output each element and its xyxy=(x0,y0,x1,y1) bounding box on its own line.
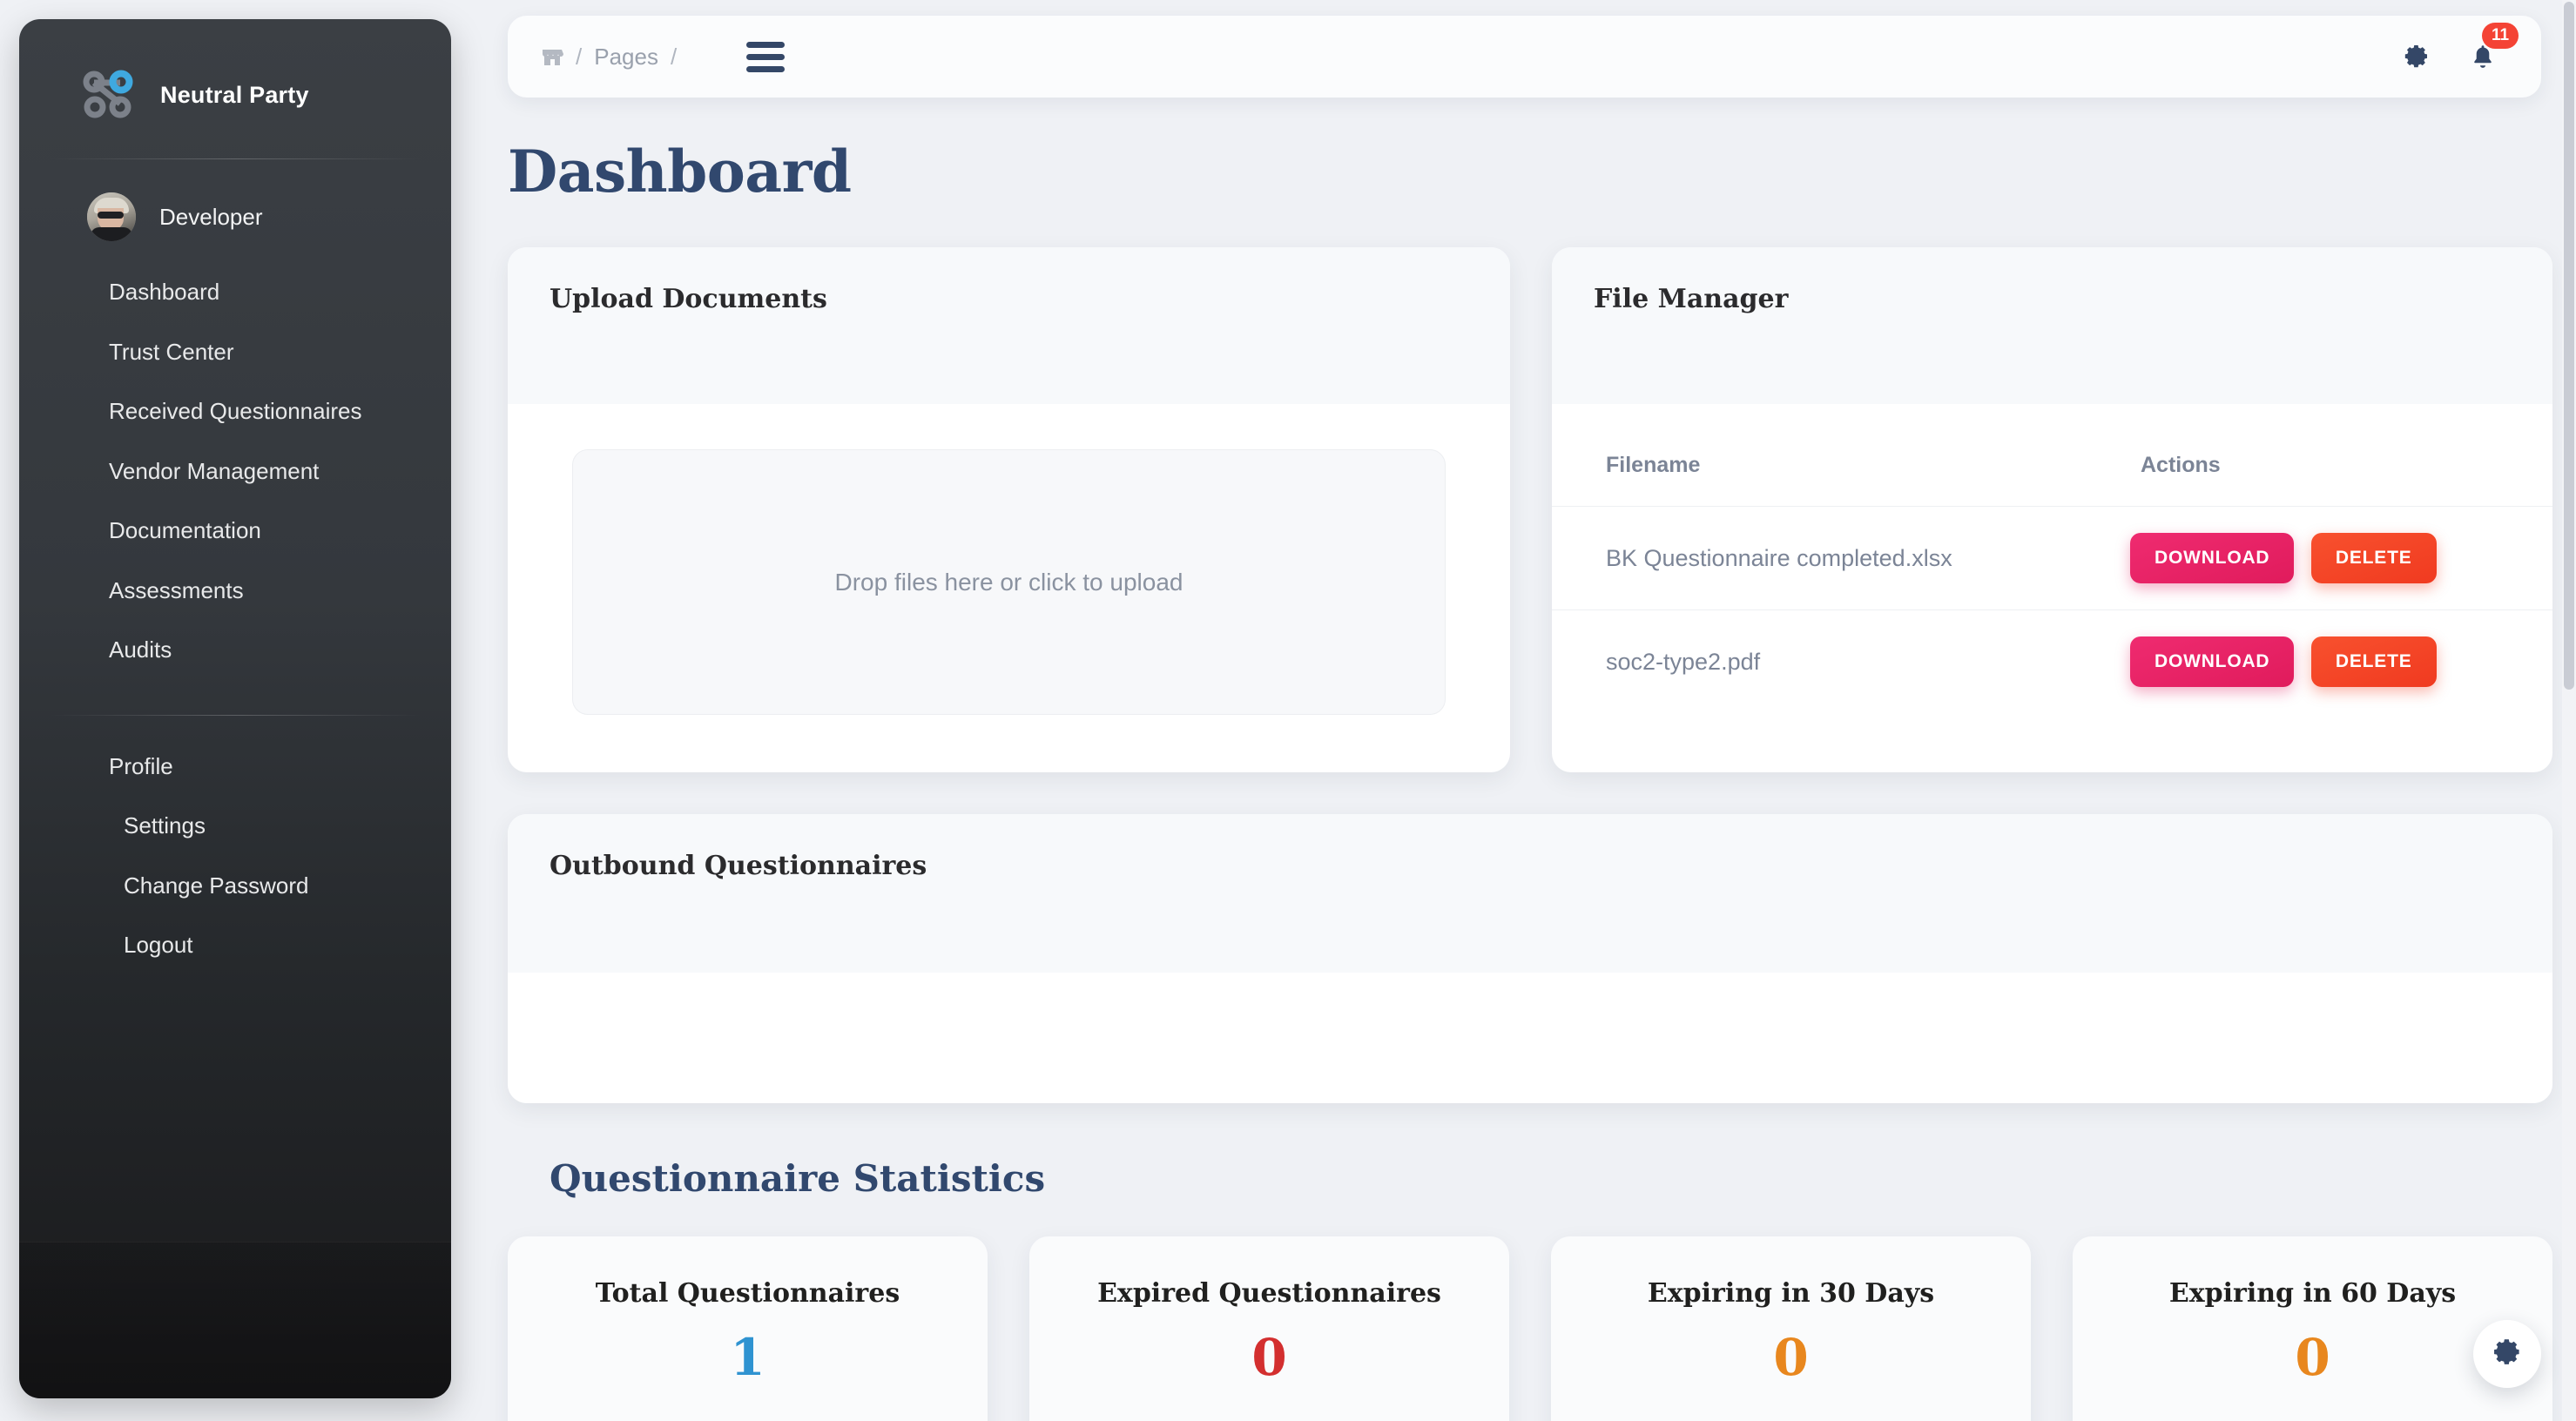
file-manager-body: Filename Actions BK Questionnaire comple… xyxy=(1552,404,2552,713)
sidebar: Neutral Party Developer Dashboard Trust … xyxy=(19,19,451,1398)
file-manager-title: File Manager xyxy=(1594,284,1789,314)
cell-actions: DOWNLOAD DELETE xyxy=(2109,610,2552,714)
column-header-actions: Actions xyxy=(2109,404,2552,507)
upload-card-title: Upload Documents xyxy=(550,284,827,314)
sidebar-nav: Dashboard Trust Center Received Question… xyxy=(19,262,451,680)
page-title: Dashboard xyxy=(508,138,852,205)
notification-badge: 11 xyxy=(2482,23,2519,49)
outbound-questionnaires-card: Outbound Questionnaires xyxy=(508,814,2552,1103)
column-header-filename: Filename xyxy=(1552,404,2109,507)
stat-card-expiring-60-days[interactable]: Expiring in 60 Days 0 xyxy=(2073,1236,2552,1421)
topbar-actions: 11 xyxy=(2404,23,2541,70)
sidebar-user[interactable]: Developer xyxy=(19,159,451,241)
statistics-title: Questionnaire Statistics xyxy=(550,1157,1046,1200)
sidebar-item-dashboard[interactable]: Dashboard xyxy=(19,262,451,322)
table-header-row: Filename Actions xyxy=(1552,404,2552,507)
stat-card-expiring-30-days[interactable]: Expiring in 30 Days 0 xyxy=(1551,1236,2031,1421)
stat-label: Expiring in 60 Days xyxy=(2168,1278,2457,1309)
bell-icon[interactable]: 11 xyxy=(2470,23,2519,70)
node-graph-icon xyxy=(82,69,136,123)
brand[interactable]: Neutral Party xyxy=(19,19,451,124)
cell-actions: DOWNLOAD DELETE xyxy=(2109,506,2552,610)
sidebar-footer xyxy=(19,1242,451,1398)
table-row: soc2-type2.pdf DOWNLOAD DELETE xyxy=(1552,610,2552,714)
cell-filename: BK Questionnaire completed.xlsx xyxy=(1552,506,2109,610)
sidebar-item-profile[interactable]: Profile xyxy=(19,737,451,797)
download-button[interactable]: DOWNLOAD xyxy=(2130,533,2295,583)
sidebar-account-nav: Profile Settings Change Password Logout xyxy=(19,737,451,975)
file-table-body: BK Questionnaire completed.xlsx DOWNLOAD… xyxy=(1552,506,2552,714)
upload-card-header: Upload Documents xyxy=(508,247,1510,404)
statistics-cards: Total Questionnaires 1 Expired Questionn… xyxy=(508,1236,2552,1421)
file-manager-header: File Manager xyxy=(1552,247,2552,404)
stat-card-total-questionnaires[interactable]: Total Questionnaires 1 xyxy=(508,1236,988,1421)
upload-documents-card: Upload Documents Drop files here or clic… xyxy=(508,247,1510,772)
scrollbar-thumb[interactable] xyxy=(2564,2,2574,690)
brand-name: Neutral Party xyxy=(160,82,309,108)
main-content: Dashboard Upload Documents Drop files he… xyxy=(508,111,2552,1421)
stat-value: 1 xyxy=(730,1328,765,1387)
outbound-card-title: Outbound Questionnaires xyxy=(550,851,927,881)
stat-value: 0 xyxy=(1251,1328,1287,1387)
sidebar-item-change-password[interactable]: Change Password xyxy=(19,856,451,916)
avatar xyxy=(87,192,136,241)
sidebar-item-trust-center[interactable]: Trust Center xyxy=(19,322,451,382)
settings-fab-button[interactable] xyxy=(2473,1320,2541,1388)
sidebar-item-received-questionnaires[interactable]: Received Questionnaires xyxy=(19,381,451,441)
delete-button[interactable]: DELETE xyxy=(2310,636,2437,687)
file-table-head: Filename Actions xyxy=(1552,404,2552,507)
shop-icon[interactable] xyxy=(541,45,563,68)
breadcrumb-link-pages[interactable]: Pages xyxy=(594,44,658,71)
gear-icon[interactable] xyxy=(2404,44,2430,70)
sidebar-item-documentation[interactable]: Documentation xyxy=(19,501,451,561)
stat-value: 0 xyxy=(1773,1328,1809,1387)
sidebar-item-audits[interactable]: Audits xyxy=(19,620,451,680)
stat-card-expired-questionnaires[interactable]: Expired Questionnaires 0 xyxy=(1029,1236,1509,1421)
dropzone-label: Drop files here or click to upload xyxy=(834,568,1183,596)
topbar: / Pages / 11 xyxy=(508,16,2541,98)
outbound-card-body xyxy=(508,973,2552,1103)
gear-icon xyxy=(2492,1337,2522,1371)
stat-label: Expired Questionnaires xyxy=(1097,1278,1441,1309)
cell-filename: soc2-type2.pdf xyxy=(1606,648,1761,675)
sidebar-item-assessments[interactable]: Assessments xyxy=(19,561,451,621)
file-table: Filename Actions BK Questionnaire comple… xyxy=(1552,404,2552,713)
stat-label: Expiring in 30 Days xyxy=(1647,1278,1935,1309)
stat-label: Total Questionnaires xyxy=(595,1278,900,1309)
sidebar-item-settings[interactable]: Settings xyxy=(19,796,451,856)
outbound-card-header: Outbound Questionnaires xyxy=(508,814,2552,973)
hamburger-icon[interactable] xyxy=(746,41,786,72)
delete-button[interactable]: DELETE xyxy=(2310,533,2437,583)
breadcrumb-separator-1: / xyxy=(576,43,583,70)
upload-card-body: Drop files here or click to upload xyxy=(508,449,1510,715)
page-scrollbar[interactable] xyxy=(2562,0,2576,1421)
file-dropzone[interactable]: Drop files here or click to upload xyxy=(572,449,1446,715)
top-cards-row: Upload Documents Drop files here or clic… xyxy=(508,247,2552,772)
table-row: BK Questionnaire completed.xlsx DOWNLOAD… xyxy=(1552,506,2552,610)
sidebar-item-logout[interactable]: Logout xyxy=(19,915,451,975)
download-button[interactable]: DOWNLOAD xyxy=(2130,636,2295,687)
file-manager-card: File Manager Filename Actions BK Questio… xyxy=(1552,247,2552,772)
breadcrumb-separator-2: / xyxy=(670,43,678,70)
sidebar-item-vendor-management[interactable]: Vendor Management xyxy=(19,441,451,502)
sidebar-divider-account xyxy=(49,714,421,716)
breadcrumb: / Pages / xyxy=(508,44,689,71)
user-name: Developer xyxy=(159,203,263,230)
